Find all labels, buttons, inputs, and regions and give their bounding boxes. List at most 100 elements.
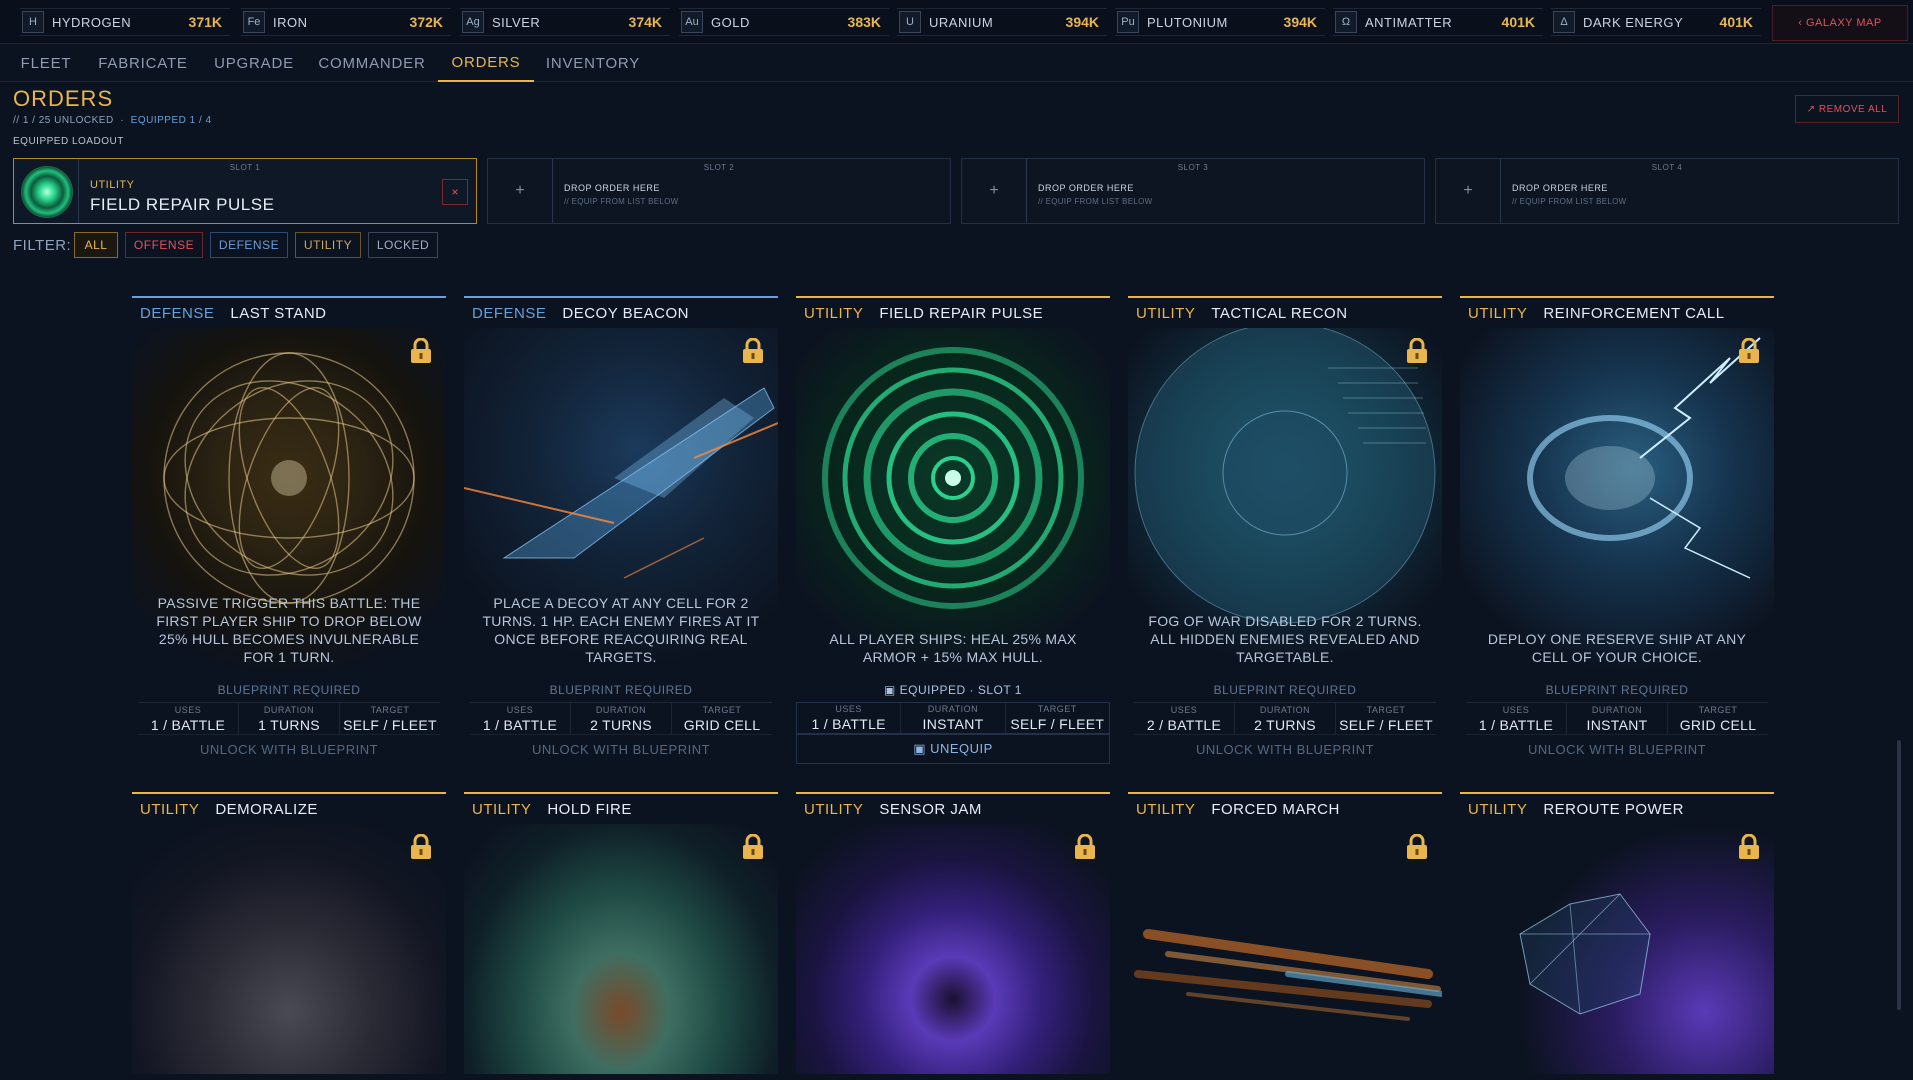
stat-label: DURATION [595,704,647,715]
loadout-label: EQUIPPED LOADOUT [13,136,124,147]
galaxy-map-button[interactable]: ‹ GALAXY MAP [1772,5,1908,41]
resource-value: 401K [1501,14,1535,30]
card-stats: USES 2 / BATTLE DURATION 2 TURNS TARGET SEL… [1134,702,1436,734]
stat-duration: DURATION 1 TURNS [239,703,340,734]
filter-offense[interactable]: OFFENSE [125,232,203,258]
order-card-reinforcement-call[interactable]: UTILITY REINFORCEMENT CALL DEPLOY ONE RE… [1460,296,1774,764]
wireframe-orb-art [1460,824,1774,1074]
stat-label: TARGET [1698,704,1738,715]
order-card-sensor-jam[interactable]: UTILITY SENSOR JAM [796,792,1110,1074]
card-type: UTILITY [804,304,864,322]
unlock-button[interactable]: UNLOCK WITH BLUEPRINT [138,734,440,764]
stat-uses: USES 1 / BATTLE [1466,703,1567,734]
card-description: DEPLOY ONE RESERVE SHIP AT ANY CELL OF Y… [1487,631,1747,665]
resource-antimatter: Ω ANTIMATTER 401K [1333,8,1543,36]
drop-hint: DROP ORDER HERE [564,183,660,193]
lock-icon [1406,338,1428,364]
card-title: REINFORCEMENT CALL [1543,304,1725,322]
tab-upgrade[interactable]: UPGRADE [204,44,304,82]
card-title: DEMORALIZE [215,800,318,818]
stat-target: TARGET SELF / FLEET [340,703,440,734]
stat-label: DURATION [927,704,979,714]
resource-value: 394K [1283,14,1317,30]
resource-name: ANTIMATTER [1365,14,1453,30]
tab-commander[interactable]: COMMANDER [314,44,430,82]
stat-target: TARGET SELF / FLEET [1006,703,1109,733]
resource-value: 371K [188,14,222,30]
purple-vortex-art [796,824,1110,1074]
field-repair-pulse-icon [21,166,73,218]
card-description: PASSIVE TRIGGER THIS BATTLE: THE FIRST P… [156,595,422,665]
slot-divider [78,159,79,223]
stat-value: 2 / BATTLE [1146,716,1222,733]
loadout-slot-1[interactable]: SLOT 1 UTILITY FIELD REPAIR PULSE × [13,158,477,224]
lightning-vortex-art [1527,337,1761,579]
card-type: UTILITY [1468,800,1528,818]
card-description: FOG OF WAR DISABLED FOR 2 TURNS. ALL HID… [1148,613,1422,665]
card-stats: USES 1 / BATTLE DURATION INSTANT TARGET SEL… [796,702,1110,734]
resource-dark-energy: Δ DARK ENERGY 401K [1551,8,1761,36]
resource-name: IRON [273,14,308,30]
green-pulse-art [822,347,1084,609]
order-card-field-repair-pulse[interactable]: UTILITY FIELD REPAIR PULSE ALL PLAYER SH… [796,296,1110,764]
stat-label: USES [1502,704,1530,715]
speed-streaks-art [1128,824,1442,1074]
order-card-hold-fire[interactable]: UTILITY HOLD FIRE [464,792,778,1074]
equip-hint: // EQUIP FROM LIST BELOW [1512,197,1627,206]
tab-fleet[interactable]: FLEET [10,44,82,82]
stat-duration: DURATION INSTANT [1567,703,1668,734]
order-card-decoy-beacon[interactable]: DEFENSE DECOY BEACON PLACE A DECOY AT AN… [464,296,778,764]
unlock-status: // 1 / 25 UNLOCKED · EQUIPPED 1 / 4 [13,115,212,126]
card-header: UTILITY FORCED MARCH [1128,792,1442,824]
resource-name: DARK ENERGY [1583,14,1684,30]
order-card-demoralize[interactable]: UTILITY DEMORALIZE [132,792,446,1074]
resource-plutonium: Pu PLUTONIUM 394K [1115,8,1325,36]
stat-value: SELF / FLEET [1010,716,1105,732]
order-card-reroute-power[interactable]: UTILITY REROUTE POWER [1460,792,1774,1074]
resource-iron: Fe IRON 372K [241,8,451,36]
unlock-button[interactable]: UNLOCK WITH BLUEPRINT [1466,734,1768,764]
grey-nebula-art [132,824,446,1074]
gold-symbol: Au [681,11,703,33]
stat-uses: USES 1 / BATTLE [470,703,571,734]
remove-all-button[interactable]: ↗ REMOVE ALL [1795,95,1899,123]
green-smoke-art [464,824,778,1074]
stat-label: TARGET [1366,704,1406,715]
stat-value: 1 / BATTLE [811,716,886,732]
card-header: UTILITY FIELD REPAIR PULSE [796,296,1110,328]
loadout-slot-3[interactable]: SLOT 3 + DROP ORDER HERE // EQUIP FROM L… [961,158,1425,224]
speed-streaks [1134,929,1442,1021]
filter-utility[interactable]: UTILITY [295,232,361,258]
filter-all[interactable]: ALL [74,232,118,258]
unlock-button[interactable]: UNLOCK WITH BLUEPRINT [1134,734,1436,764]
resource-value: 401K [1719,14,1753,30]
stat-label: TARGET [702,704,742,715]
loadout-slot-2[interactable]: SLOT 2 + DROP ORDER HERE // EQUIP FROM L… [487,158,951,224]
card-title: LAST STAND [230,304,327,322]
filter-defense[interactable]: DEFENSE [210,232,288,258]
unlock-button[interactable]: UNLOCK WITH BLUEPRINT [470,734,772,764]
card-type: UTILITY [1136,304,1196,322]
resource-hydrogen: H HYDROGEN 371K [20,8,230,36]
unequip-button[interactable]: ▣ UNEQUIP [796,734,1110,764]
filter-locked[interactable]: LOCKED [368,232,438,258]
card-art: PLACE A DECOY AT ANY CELL FOR 2 TURNS. 1… [464,328,778,678]
tab-inventory[interactable]: INVENTORY [542,44,644,82]
loadout-slot-4[interactable]: SLOT 4 + DROP ORDER HERE // EQUIP FROM L… [1435,158,1899,224]
scrollbar[interactable] [1897,740,1901,1010]
stat-value: 2 TURNS [1254,716,1316,733]
stat-value: 1 / BATTLE [150,716,226,733]
card-stats: USES 1 / BATTLE DURATION 2 TURNS TARGET GRI… [470,702,772,734]
lock-icon [1074,834,1096,860]
slot-remove-button[interactable]: × [442,179,468,205]
order-card-forced-march[interactable]: UTILITY FORCED MARCH [1128,792,1442,1074]
tab-fabricate[interactable]: FABRICATE [92,44,194,82]
tab-orders[interactable]: ORDERS [438,44,534,82]
card-header: UTILITY SENSOR JAM [796,792,1110,824]
card-header: UTILITY HOLD FIRE [464,792,778,824]
resource-silver: Ag SILVER 374K [460,8,670,36]
plus-icon: + [1463,182,1473,199]
order-card-last-stand[interactable]: DEFENSE LAST STAND PASSIVE TRIGGER THIS … [132,296,446,764]
order-card-tactical-recon[interactable]: UTILITY TACTICAL RECON FOG OF WAR DISABL… [1128,296,1442,764]
card-type: DEFENSE [472,304,547,322]
